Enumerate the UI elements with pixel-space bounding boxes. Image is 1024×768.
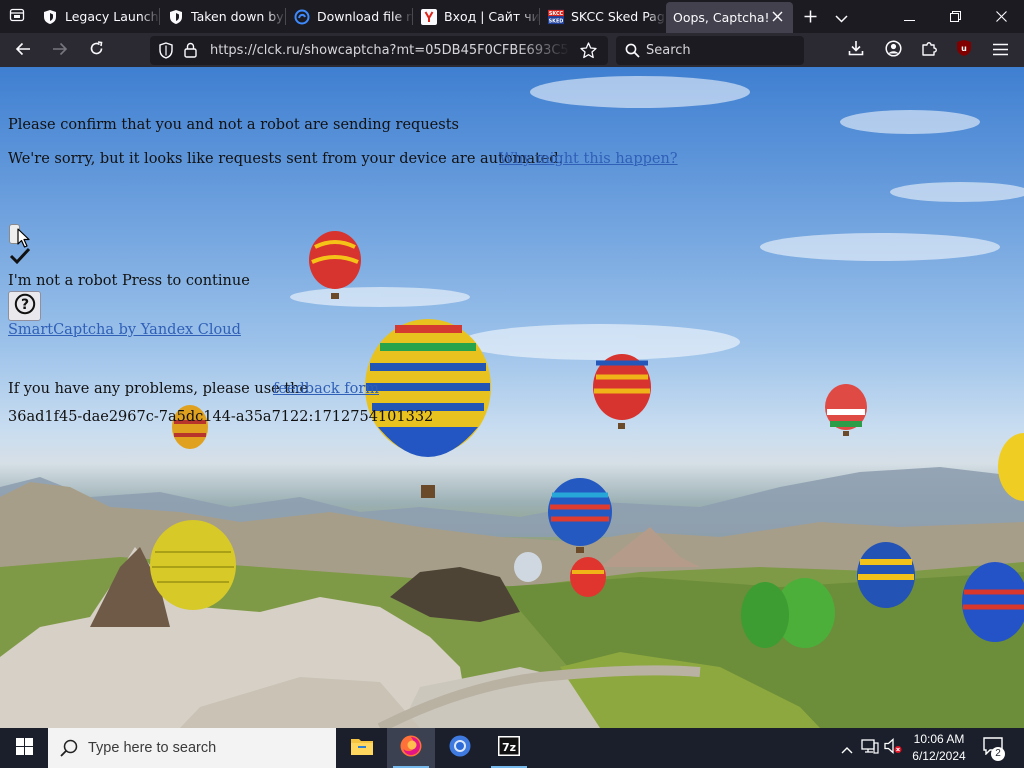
tab-legacy-launcher[interactable]: Legacy Launcher	[34, 0, 160, 33]
problems-text: If you have any problems, please use the	[8, 381, 309, 397]
chromium-icon	[448, 734, 472, 762]
close-tab-button[interactable]	[769, 9, 785, 25]
plus-icon	[804, 8, 817, 27]
url-text[interactable]: https://clck.ru/showcaptcha?mt=05DB45F0C…	[210, 43, 570, 58]
taskbar-clock[interactable]: 10:06 AM 6/12/2024	[905, 731, 973, 765]
downloads-button[interactable]	[842, 36, 870, 64]
account-icon	[884, 39, 902, 61]
account-button[interactable]	[879, 36, 907, 64]
speaker-muted-icon	[884, 738, 902, 758]
upload-site-favicon-icon	[294, 9, 310, 25]
ublock-origin-button[interactable]: u	[950, 36, 978, 64]
windows-logo-icon	[15, 737, 33, 759]
feedback-form-link[interactable]: feedback form	[273, 381, 379, 397]
search-icon	[625, 43, 640, 62]
close-window-button[interactable]	[978, 0, 1024, 33]
show-hidden-icons-button[interactable]	[838, 739, 856, 757]
start-button[interactable]	[0, 728, 48, 768]
chevron-up-icon	[841, 739, 853, 758]
minimize-window-button[interactable]	[886, 0, 932, 33]
ublock-shield-icon: u	[956, 39, 972, 61]
app-menu-button[interactable]	[986, 36, 1014, 64]
7zip-taskbar-button[interactable]: 7z	[485, 728, 533, 768]
tab-download-file[interactable]: Download file nu	[286, 0, 413, 33]
tab-label: Taken down by D	[191, 9, 286, 24]
smartcaptcha-yandex-cloud-link[interactable]: SmartCaptcha by Yandex Cloud	[8, 322, 241, 338]
puzzle-piece-icon	[921, 40, 938, 61]
reload-button[interactable]	[82, 36, 110, 64]
minimize-icon	[903, 7, 915, 26]
tab-label: Oops, Captcha!	[673, 10, 770, 25]
chromium-taskbar-button[interactable]	[436, 728, 484, 768]
tab-skcc-sked[interactable]: SKCC SKED SKCC Sked Page	[540, 0, 666, 33]
clock-time: 10:06 AM	[913, 732, 965, 746]
firefox-taskbar-button[interactable]	[387, 728, 435, 768]
tab-taken-down[interactable]: Taken down by D	[160, 0, 286, 33]
skcc-favicon-icon: SKCC SKED	[548, 9, 564, 25]
tab-strip: Legacy Launcher Taken down by D Download…	[0, 0, 1024, 33]
volume-tray-button[interactable]	[884, 738, 902, 758]
address-bar[interactable]: https://clck.ru/showcaptcha?mt=05DB45F0C…	[150, 36, 608, 65]
firefox-view-icon	[9, 7, 25, 27]
shield-favicon-icon	[168, 9, 184, 25]
captcha-page: Please confirm that you and not a robot …	[0, 67, 1024, 728]
svg-text:SKED: SKED	[549, 18, 564, 24]
tab-label: Legacy Launcher	[65, 9, 160, 24]
close-icon	[995, 7, 1007, 26]
tab-label: Download file nu	[317, 9, 413, 24]
windows-taskbar: Type here to search 7z 10:06 AM 6/12/202…	[0, 728, 1024, 768]
restore-icon	[949, 7, 961, 26]
file-explorer-taskbar-button[interactable]	[338, 728, 386, 768]
bookmark-star-icon[interactable]	[580, 42, 597, 63]
hamburger-menu-icon	[992, 41, 1008, 60]
firefox-icon	[399, 734, 423, 762]
chevron-down-icon	[834, 8, 848, 27]
mouse-cursor-icon	[17, 228, 31, 252]
tab-label: SKCC Sked Page	[571, 9, 666, 24]
tab-vkhod[interactable]: Вход | Сайт чит	[413, 0, 540, 33]
close-icon	[772, 10, 783, 25]
network-tray-button[interactable]	[861, 739, 879, 757]
clock-date: 6/12/2024	[912, 749, 966, 763]
search-bar[interactable]: Search	[616, 36, 804, 65]
network-icon	[861, 738, 879, 758]
back-button[interactable]	[9, 36, 37, 64]
arrow-right-icon	[52, 41, 68, 60]
search-input[interactable]: Search	[646, 43, 691, 58]
svg-text:7z: 7z	[502, 741, 516, 754]
tracking-protection-shield-icon[interactable]	[159, 42, 173, 63]
taskbar-search-box[interactable]: Type here to search	[48, 728, 336, 768]
arrow-left-icon	[15, 41, 31, 60]
svg-text:?: ?	[20, 297, 28, 313]
why-might-this-happen-link[interactable]: Why might this happen?	[499, 151, 678, 167]
taskbar-search-input[interactable]: Type here to search	[88, 740, 216, 756]
extensions-button[interactable]	[915, 36, 943, 64]
request-id: 36ad1f45-dae2967c-7a5dc144-a35a7122:1712…	[8, 409, 434, 425]
file-explorer-icon	[350, 736, 374, 760]
new-tab-button[interactable]	[797, 4, 823, 30]
forward-button[interactable]	[46, 36, 74, 64]
restore-window-button[interactable]	[932, 0, 978, 33]
reload-icon	[89, 40, 104, 60]
list-all-tabs-button[interactable]	[828, 4, 854, 30]
navigation-toolbar: https://clck.ru/showcaptcha?mt=05DB45F0C…	[0, 33, 1024, 80]
firefox-view-button[interactable]	[4, 4, 30, 30]
tab-oops-captcha[interactable]: Oops, Captcha!	[666, 2, 793, 33]
yandex-favicon-icon	[421, 8, 437, 25]
confirm-heading: Please confirm that you and not a robot …	[8, 117, 459, 133]
question-mark-icon: ?	[14, 293, 36, 319]
svg-text:u: u	[961, 44, 967, 53]
notification-count-badge: 2	[991, 747, 1005, 761]
automated-requests-notice: We're sorry, but it looks like requests …	[8, 151, 564, 167]
captcha-help-button[interactable]: ?	[8, 291, 41, 321]
shield-favicon-icon	[42, 9, 58, 25]
download-icon	[848, 40, 864, 60]
not-a-robot-label[interactable]: I'm not a robot Press to continue	[8, 273, 250, 289]
lock-icon[interactable]	[184, 42, 197, 62]
7zip-icon: 7z	[497, 735, 521, 761]
search-icon	[60, 739, 78, 761]
svg-text:SKCC: SKCC	[549, 11, 564, 17]
tab-label: Вход | Сайт чит	[444, 9, 540, 24]
